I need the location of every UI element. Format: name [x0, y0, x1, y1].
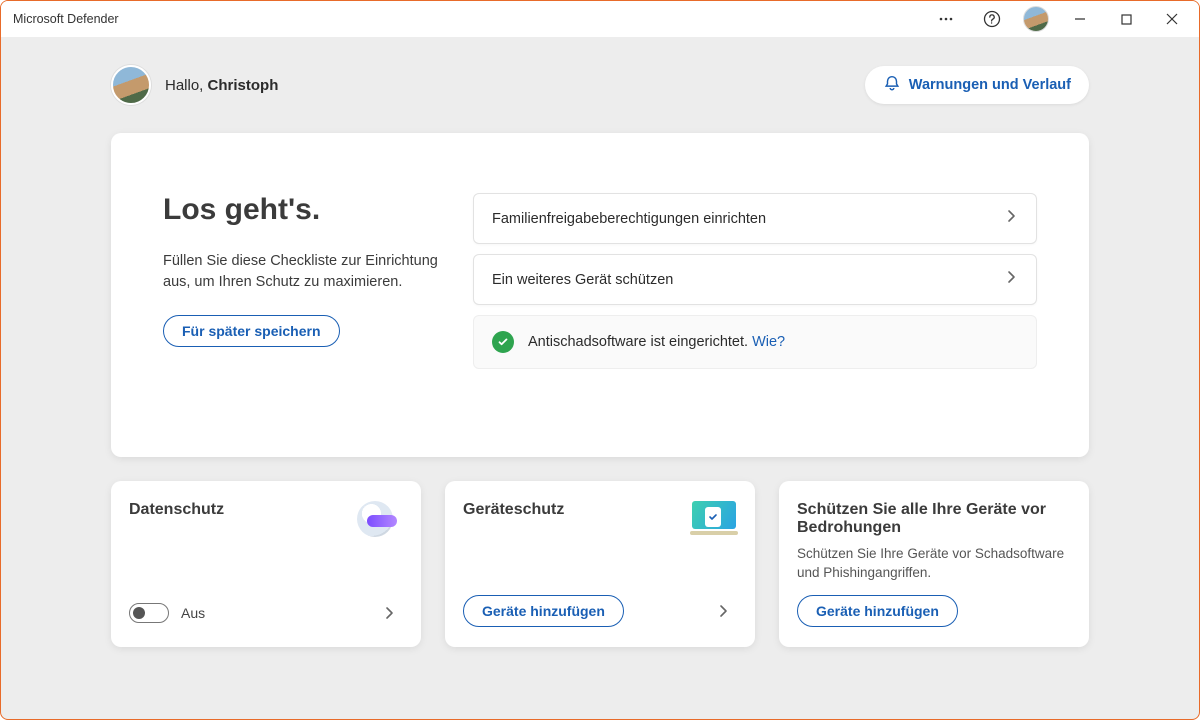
privacy-toggle[interactable]	[129, 603, 169, 623]
minimize-button[interactable]	[1057, 1, 1103, 37]
chevron-right-icon	[1004, 209, 1018, 228]
content-area: Hallo, Christoph Warnungen und Verlauf L…	[1, 37, 1199, 719]
card-privacy[interactable]: Datenschutz Aus	[111, 481, 421, 647]
card-device-protection[interactable]: Geräteschutz Geräte hinzufügen	[445, 481, 755, 647]
window-title: Microsoft Defender	[13, 12, 119, 26]
device-shield-icon	[691, 501, 737, 537]
greeting-prefix: Hallo,	[165, 77, 208, 94]
how-link[interactable]: Wie?	[752, 334, 785, 350]
cards-row: Datenschutz Aus Geräteschutz	[111, 481, 1089, 647]
alerts-history-button[interactable]: Warnungen und Verlauf	[865, 66, 1089, 104]
more-options-button[interactable]	[923, 1, 969, 37]
add-devices-button[interactable]: Geräte hinzufügen	[463, 595, 624, 627]
checklist-done-text: Antischadsoftware ist eingerichtet. Wie?	[528, 334, 1018, 350]
add-devices-label: Geräte hinzufügen	[482, 603, 605, 619]
onboarding-left: Los geht's. Füllen Sie diese Checkliste …	[163, 193, 443, 379]
card-protect-all[interactable]: Schützen Sie alle Ihre Geräte vor Bedroh…	[779, 481, 1089, 647]
onboarding-body: Füllen Sie diese Checkliste zur Einricht…	[163, 251, 443, 293]
card-protect-all-desc: Schützen Sie Ihre Geräte vor Schadsoftwa…	[797, 545, 1071, 583]
checklist-item-label: Ein weiteres Gerät schützen	[492, 272, 1004, 288]
checklist: Familienfreigabeberechtigungen einrichte…	[473, 193, 1037, 379]
add-devices-button-2[interactable]: Geräte hinzufügen	[797, 595, 958, 627]
bell-icon	[883, 74, 901, 96]
alerts-history-label: Warnungen und Verlauf	[909, 77, 1071, 93]
close-button[interactable]	[1149, 1, 1195, 37]
card-protect-all-title: Schützen Sie alle Ihre Geräte vor Bedroh…	[797, 501, 1071, 537]
add-devices-label-2: Geräte hinzufügen	[816, 603, 939, 619]
card-device-open[interactable]	[709, 597, 737, 625]
chevron-right-icon	[1004, 270, 1018, 289]
checklist-item-family-sharing[interactable]: Familienfreigabeberechtigungen einrichte…	[473, 193, 1037, 244]
header-row: Hallo, Christoph Warnungen und Verlauf	[111, 65, 1089, 105]
titlebar: Microsoft Defender	[1, 1, 1199, 37]
titlebar-avatar[interactable]	[1023, 6, 1049, 32]
greeting-name: Christoph	[208, 77, 279, 94]
globe-privacy-icon	[357, 501, 403, 537]
card-privacy-title: Datenschutz	[129, 501, 347, 519]
save-for-later-button[interactable]: Für später speichern	[163, 315, 340, 347]
card-device-title: Geräteschutz	[463, 501, 681, 519]
app-window: Microsoft Defender Hallo, Christoph	[0, 0, 1200, 720]
card-privacy-open[interactable]	[375, 599, 403, 627]
onboarding-card: Los geht's. Füllen Sie diese Checkliste …	[111, 133, 1089, 457]
checklist-item-protect-another-device[interactable]: Ein weiteres Gerät schützen	[473, 254, 1037, 305]
onboarding-heading: Los geht's.	[163, 193, 443, 227]
save-for-later-label: Für später speichern	[182, 323, 321, 339]
checklist-done-msg: Antischadsoftware ist eingerichtet.	[528, 334, 752, 350]
maximize-button[interactable]	[1103, 1, 1149, 37]
help-button[interactable]	[969, 1, 1015, 37]
privacy-toggle-label: Aus	[181, 605, 205, 621]
user-avatar[interactable]	[111, 65, 151, 105]
checklist-item-antimalware-done: Antischadsoftware ist eingerichtet. Wie?	[473, 315, 1037, 369]
check-circle-icon	[492, 331, 514, 353]
checklist-item-label: Familienfreigabeberechtigungen einrichte…	[492, 211, 1004, 227]
greeting-text: Hallo, Christoph	[165, 77, 278, 94]
